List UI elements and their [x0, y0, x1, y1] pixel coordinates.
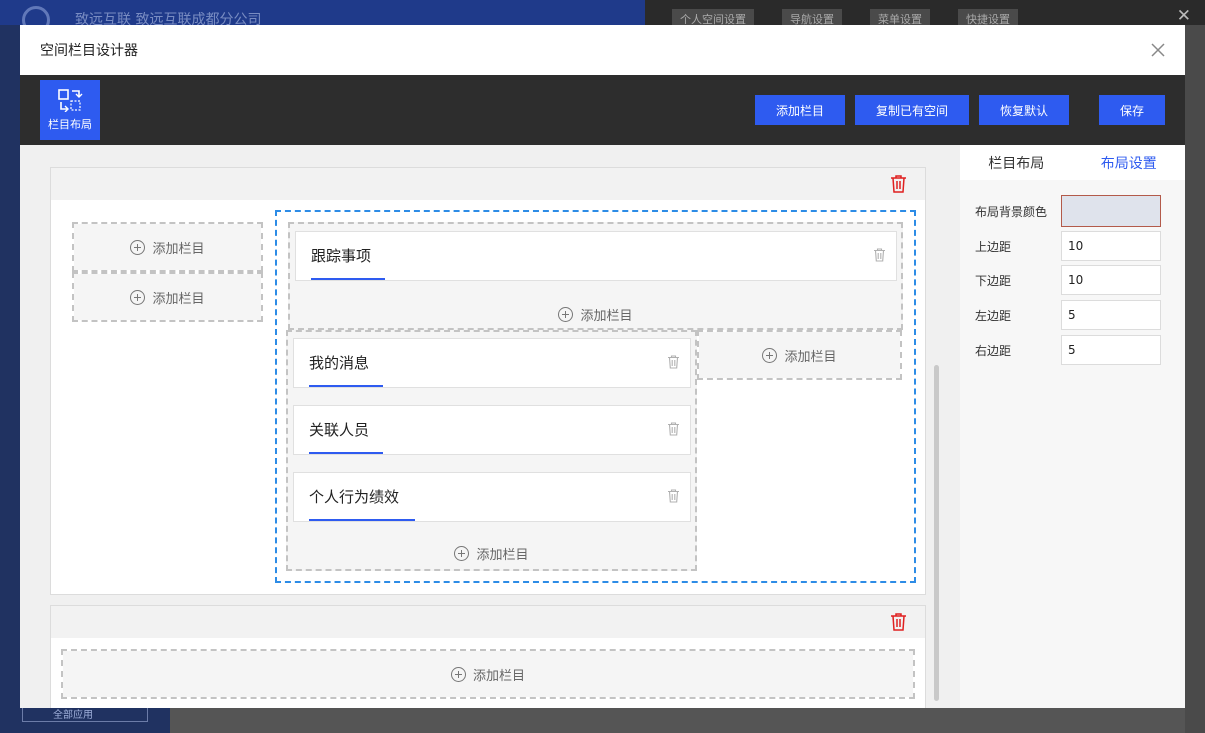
background-color-label: 布局背景颜色 — [975, 204, 1048, 219]
portlet-card[interactable]: 个人行为绩效 — [293, 472, 691, 522]
add-column-button[interactable]: 添加栏目 — [755, 95, 845, 125]
portlet-title-underline — [309, 452, 383, 454]
layout-icon — [58, 89, 83, 112]
layout-row[interactable]: 添加栏目 — [50, 605, 926, 708]
tab-column-layout[interactable]: 栏目布局 — [960, 145, 1073, 180]
add-column-label: 添加栏目 — [152, 291, 205, 307]
margin-right-input[interactable]: 5 — [1061, 335, 1161, 365]
margin-top-input[interactable]: 10 — [1061, 231, 1161, 261]
margin-top-label: 上边距 — [975, 239, 1012, 254]
settings-panel: 栏目布局 布局设置 布局背景颜色 上边距 10 下边距 10 左边距 5 右边距 — [960, 145, 1185, 708]
close-icon[interactable] — [1151, 40, 1165, 60]
save-button[interactable]: 保存 — [1099, 95, 1165, 125]
copy-space-button[interactable]: 复制已有空间 — [855, 95, 969, 125]
canvas-scrollbar[interactable] — [934, 365, 939, 701]
plus-circle-icon — [762, 347, 778, 363]
add-column-label: 添加栏目 — [784, 349, 837, 365]
add-column-label: 添加栏目 — [476, 547, 529, 563]
margin-left-row: 左边距 5 — [975, 300, 1161, 330]
delete-portlet-icon[interactable] — [667, 355, 680, 369]
delete-row-icon[interactable] — [890, 175, 907, 193]
margin-top-row: 上边距 10 — [975, 231, 1161, 261]
portlet-title: 跟踪事项 — [311, 247, 372, 265]
plus-circle-icon — [130, 239, 146, 255]
margin-left-input[interactable]: 5 — [1061, 300, 1161, 330]
column-drop-zone[interactable]: 添加栏目 — [61, 649, 915, 699]
delete-portlet-icon[interactable] — [873, 248, 886, 262]
column-drop-zone[interactable]: 添加栏目 — [72, 272, 263, 322]
margin-bottom-label: 下边距 — [975, 273, 1012, 288]
column-drop-zone[interactable]: 添加栏目 — [72, 222, 263, 272]
portlet-title-underline — [309, 385, 383, 387]
plus-circle-icon — [454, 545, 470, 561]
add-column-slot[interactable]: 添加栏目 — [699, 332, 900, 378]
background-footer — [170, 708, 1205, 733]
row-header — [51, 168, 925, 200]
background-color-picker[interactable] — [1061, 195, 1161, 227]
column-drop-zone[interactable]: 添加栏目 — [697, 330, 902, 380]
delete-portlet-icon[interactable] — [667, 489, 680, 503]
layout-canvas: 添加栏目 添加栏目 跟踪事项 添加栏目 我的消息 关联人员 个人行为绩效 添加栏… — [20, 145, 960, 708]
margin-left-label: 左边距 — [975, 308, 1012, 323]
portlet-title: 我的消息 — [309, 354, 370, 372]
portlet-title: 关联人员 — [309, 421, 370, 439]
margin-right-label: 右边距 — [975, 343, 1012, 358]
margin-bottom-input[interactable]: 10 — [1061, 265, 1161, 295]
row-header — [51, 606, 925, 638]
column-layout-label: 栏目布局 — [48, 118, 92, 131]
add-column-label: 添加栏目 — [472, 668, 525, 684]
add-column-slot[interactable]: 添加栏目 — [74, 224, 261, 270]
column-group[interactable]: 我的消息 关联人员 个人行为绩效 添加栏目 — [286, 330, 697, 571]
dialog-header: 空间栏目设计器 — [20, 25, 1185, 75]
portlet-card[interactable]: 关联人员 — [293, 405, 691, 455]
plus-circle-icon — [450, 666, 466, 682]
add-column-slot[interactable]: 添加栏目 — [288, 539, 695, 567]
plus-circle-icon — [130, 289, 146, 305]
designer-toolbar: 栏目布局 添加栏目 复制已有空间 恢复默认 保存 — [20, 75, 1185, 145]
portlet-title-underline — [311, 278, 385, 280]
margin-bottom-row: 下边距 10 — [975, 265, 1161, 295]
add-column-slot[interactable]: 添加栏目 — [74, 274, 261, 320]
space-designer-dialog: 空间栏目设计器 栏目布局 添加栏目 复制已有空间 恢复默认 保存 添加栏目 添加… — [20, 25, 1185, 708]
portlet-card[interactable]: 跟踪事项 — [295, 231, 897, 281]
background-color-row: 布局背景颜色 — [975, 195, 1161, 227]
add-column-label: 添加栏目 — [580, 308, 633, 324]
delete-row-icon[interactable] — [890, 613, 907, 631]
restore-default-button[interactable]: 恢复默认 — [979, 95, 1069, 125]
dialog-title: 空间栏目设计器 — [40, 43, 138, 59]
delete-portlet-icon[interactable] — [667, 422, 680, 436]
add-column-slot[interactable]: 添加栏目 — [290, 300, 901, 328]
portlet-title: 个人行为绩效 — [309, 488, 400, 506]
tab-layout-settings[interactable]: 布局设置 — [1073, 145, 1186, 180]
designer-body: 添加栏目 添加栏目 跟踪事项 添加栏目 我的消息 关联人员 个人行为绩效 添加栏… — [20, 145, 1185, 708]
portlet-title-underline — [309, 519, 415, 521]
add-column-slot[interactable]: 添加栏目 — [63, 651, 913, 697]
plus-circle-icon — [558, 306, 574, 322]
layout-row[interactable]: 添加栏目 添加栏目 跟踪事项 添加栏目 我的消息 关联人员 个人行为绩效 添加栏… — [50, 167, 926, 595]
portlet-card[interactable]: 我的消息 — [293, 338, 691, 388]
margin-right-row: 右边距 5 — [975, 335, 1161, 365]
column-group[interactable]: 跟踪事项 添加栏目 — [288, 222, 903, 330]
column-layout-tool[interactable]: 栏目布局 — [40, 80, 100, 140]
add-column-label: 添加栏目 — [152, 241, 205, 257]
background-right-strip — [1185, 25, 1205, 733]
background-close-icon: ✕ — [1176, 6, 1191, 26]
panel-tabs: 栏目布局 布局设置 — [960, 145, 1185, 180]
